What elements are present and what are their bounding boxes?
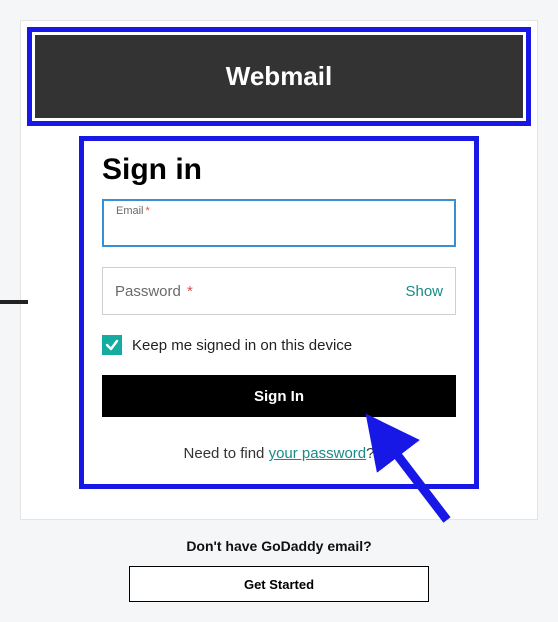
email-field[interactable]: Email* bbox=[102, 199, 456, 247]
email-label: Email* bbox=[116, 205, 150, 217]
get-started-button[interactable]: Get Started bbox=[129, 566, 429, 602]
auth-card: Webmail Sign in Email* Password * Show bbox=[20, 20, 538, 520]
annotation-form-highlight: Sign in Email* Password * Show bbox=[79, 136, 479, 489]
sign-in-button[interactable]: Sign In bbox=[102, 375, 456, 417]
password-label: Password * bbox=[115, 283, 193, 300]
forgot-password-line: Need to find your password? bbox=[102, 445, 456, 462]
show-password-toggle[interactable]: Show bbox=[405, 283, 443, 300]
forgot-password-link[interactable]: your password bbox=[269, 445, 367, 462]
cta-prompt: Don't have GoDaddy email? bbox=[20, 538, 538, 554]
password-field[interactable]: Password * Show bbox=[102, 267, 456, 315]
page-title: Webmail bbox=[35, 61, 523, 92]
form-title: Sign in bbox=[102, 153, 456, 187]
remember-label: Keep me signed in on this device bbox=[132, 337, 352, 354]
decorative-line bbox=[0, 300, 28, 304]
remember-checkbox[interactable] bbox=[102, 335, 122, 355]
header-bar: Webmail bbox=[35, 35, 523, 118]
cta-section: Don't have GoDaddy email? Get Started bbox=[20, 538, 538, 602]
annotation-header-highlight: Webmail bbox=[27, 27, 531, 126]
checkmark-icon bbox=[105, 338, 119, 352]
